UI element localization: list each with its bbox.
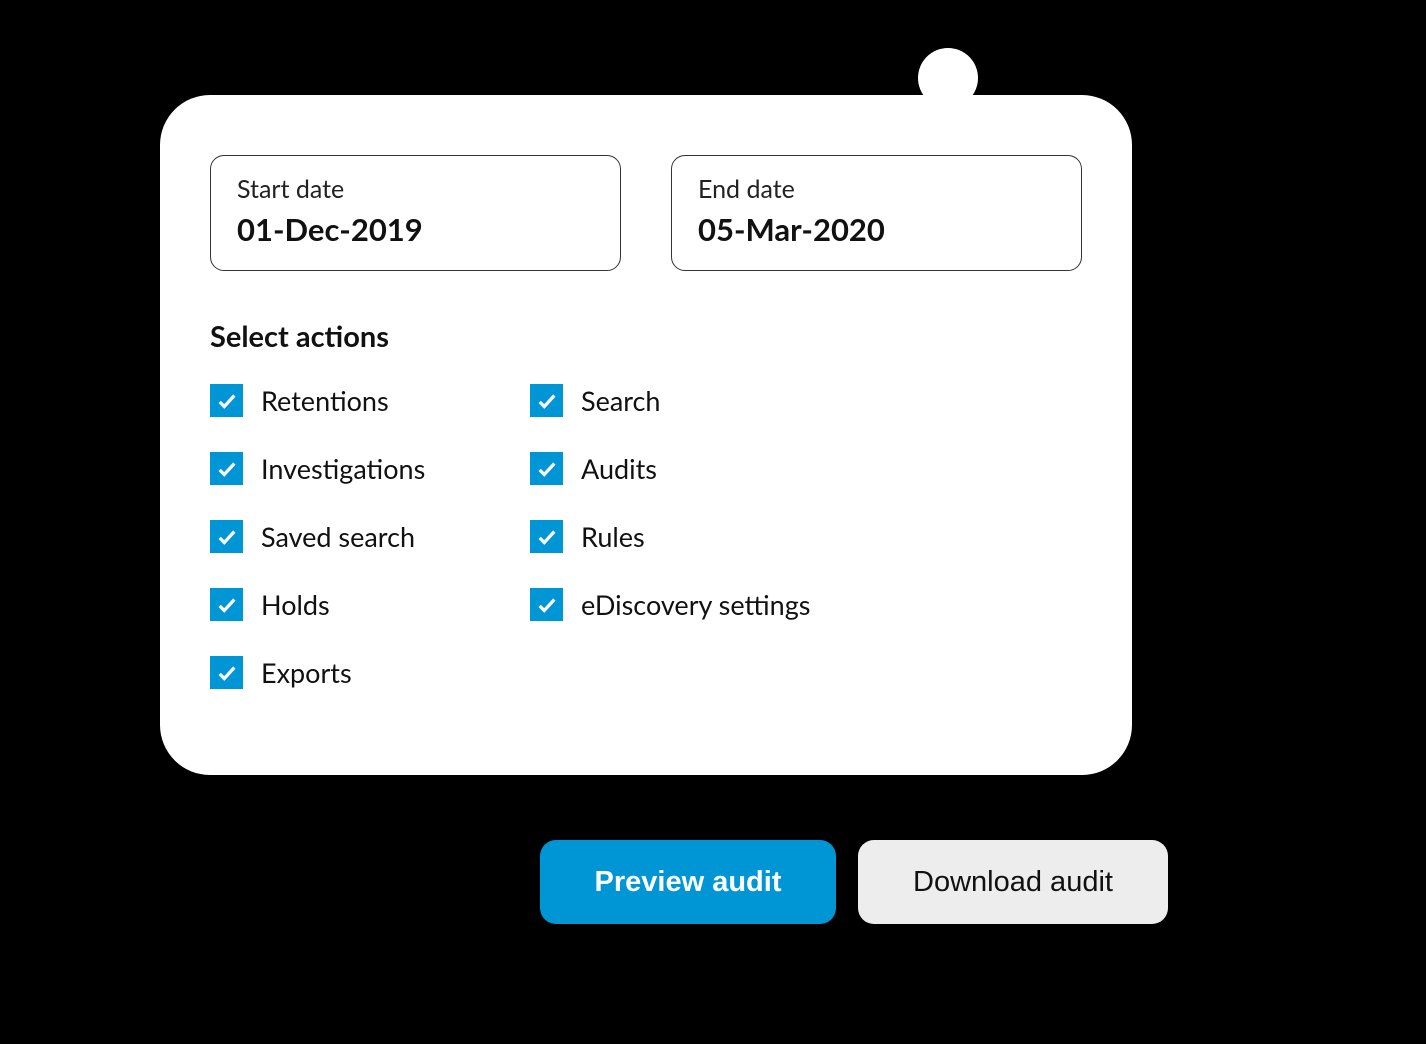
check-icon: [210, 384, 243, 417]
end-date-label: End date: [698, 174, 1055, 204]
actions-checkbox-grid: Retentions Investigations Saved search H…: [210, 384, 1082, 689]
checkbox-label: Exports: [261, 656, 352, 689]
actions-col-2: Search Audits Rules eDiscovery settings: [530, 384, 830, 689]
checkbox-label: Audits: [581, 452, 657, 485]
start-date-value: 01-Dec-2019: [237, 210, 594, 248]
checkbox-rules[interactable]: Rules: [530, 520, 830, 553]
download-audit-button[interactable]: Download audit: [858, 840, 1168, 924]
actions-col-1: Retentions Investigations Saved search H…: [210, 384, 510, 689]
check-icon: [210, 452, 243, 485]
select-actions-title: Select actions: [210, 319, 1082, 354]
check-icon: [530, 588, 563, 621]
start-date-field[interactable]: Start date 01-Dec-2019: [210, 155, 621, 271]
checkbox-label: Saved search: [261, 520, 415, 553]
end-date-value: 05-Mar-2020: [698, 210, 1055, 248]
check-icon: [210, 588, 243, 621]
checkbox-label: Investigations: [261, 452, 425, 485]
check-icon: [210, 520, 243, 553]
check-icon: [210, 656, 243, 689]
preview-audit-button[interactable]: Preview audit: [540, 840, 836, 924]
checkbox-exports[interactable]: Exports: [210, 656, 510, 689]
checkbox-ediscovery-settings[interactable]: eDiscovery settings: [530, 588, 830, 621]
checkbox-label: Search: [581, 384, 660, 417]
checkbox-retentions[interactable]: Retentions: [210, 384, 510, 417]
checkbox-label: eDiscovery settings: [581, 588, 810, 621]
audit-filter-card: Start date 01-Dec-2019 End date 05-Mar-2…: [160, 95, 1132, 775]
start-date-label: Start date: [237, 174, 594, 204]
checkbox-label: Retentions: [261, 384, 389, 417]
checkbox-investigations[interactable]: Investigations: [210, 452, 510, 485]
check-icon: [530, 452, 563, 485]
checkbox-holds[interactable]: Holds: [210, 588, 510, 621]
checkbox-label: Holds: [261, 588, 330, 621]
checkbox-saved-search[interactable]: Saved search: [210, 520, 510, 553]
date-range-row: Start date 01-Dec-2019 End date 05-Mar-2…: [210, 155, 1082, 271]
check-icon: [530, 384, 563, 417]
checkbox-label: Rules: [581, 520, 645, 553]
checkbox-audits[interactable]: Audits: [530, 452, 830, 485]
end-date-field[interactable]: End date 05-Mar-2020: [671, 155, 1082, 271]
action-buttons: Preview audit Download audit: [540, 840, 1168, 924]
checkbox-search[interactable]: Search: [530, 384, 830, 417]
check-icon: [530, 520, 563, 553]
